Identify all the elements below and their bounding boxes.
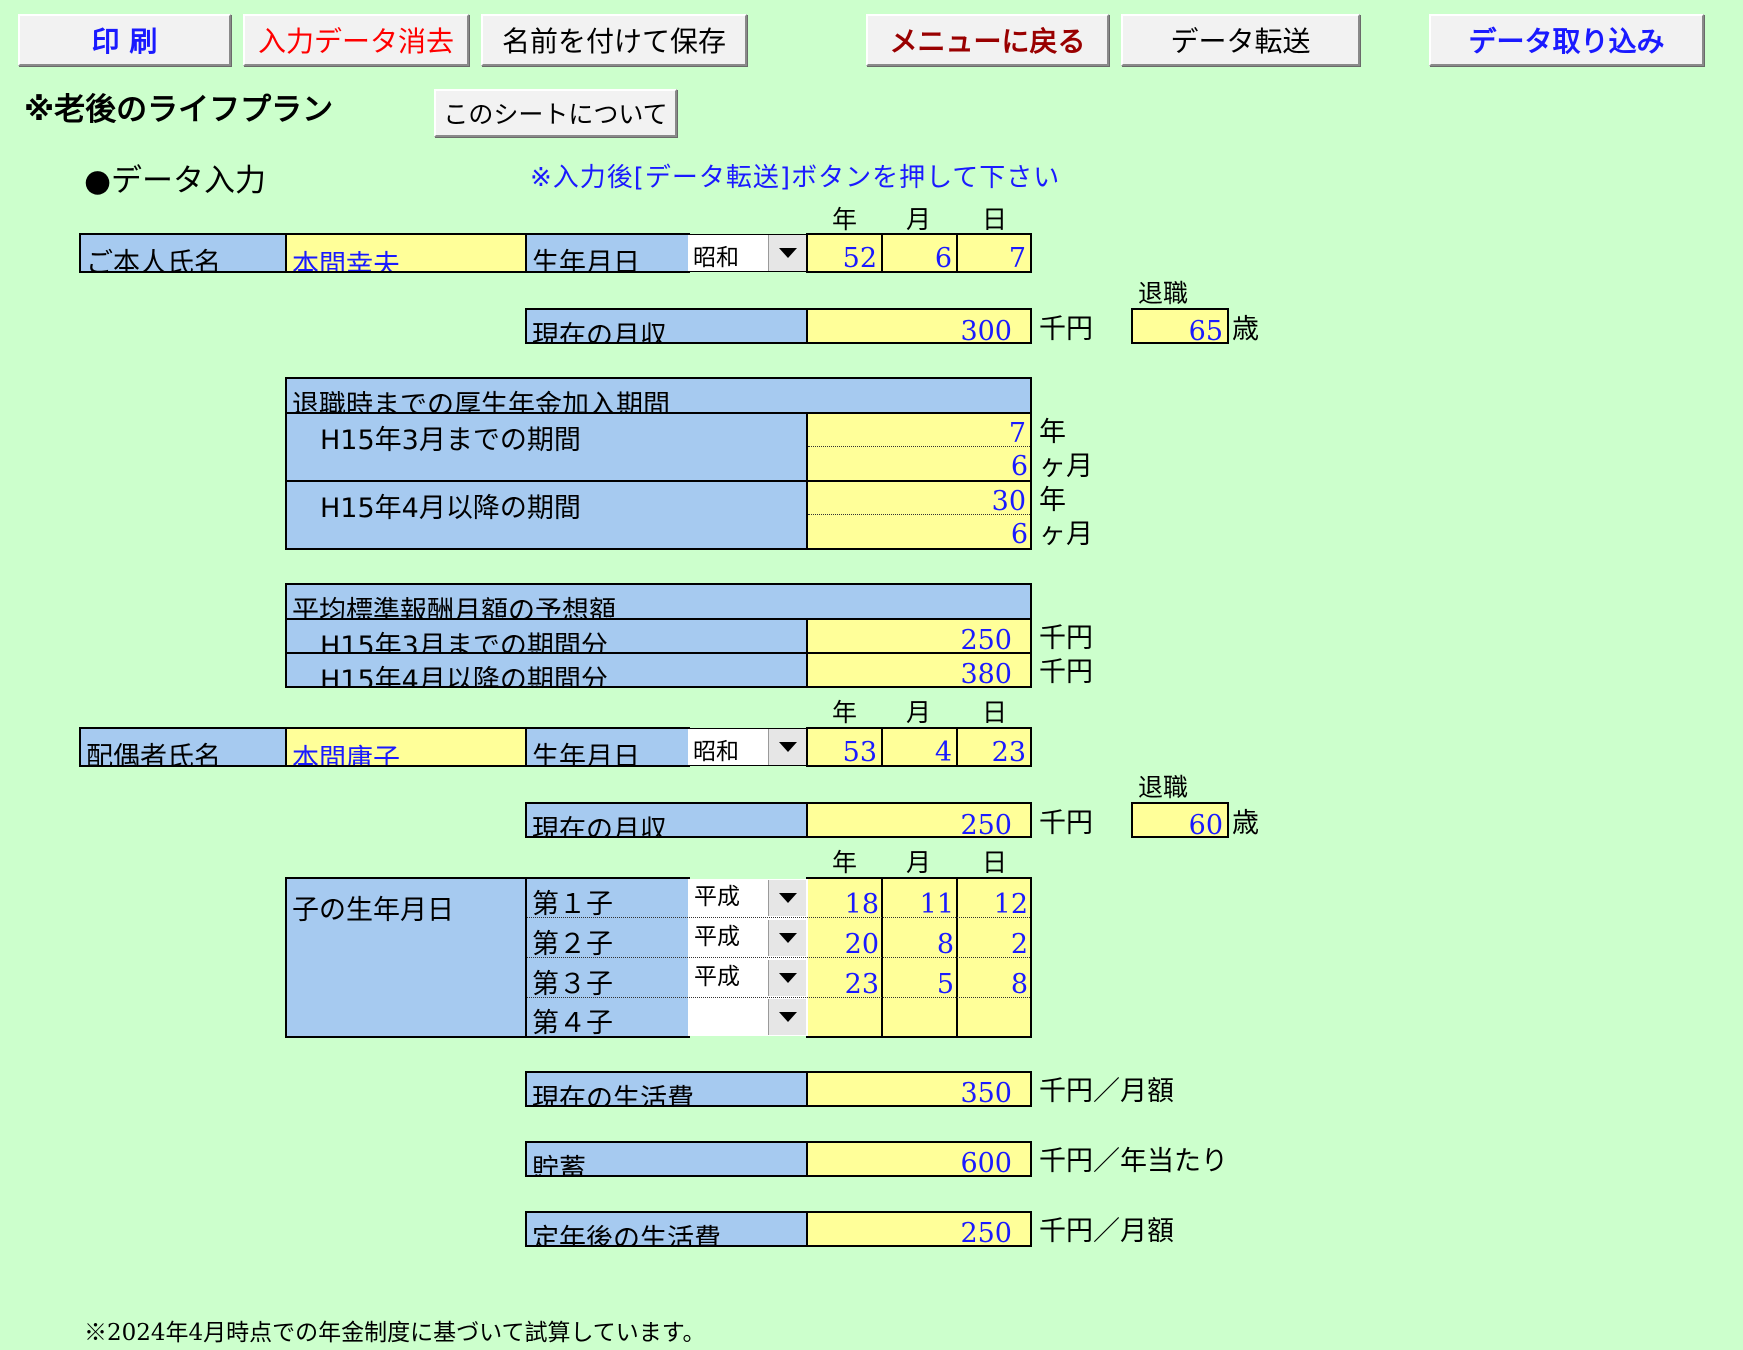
child-2-day-input[interactable]: 2 (956, 931, 1028, 958)
salary-before-label: H15年3月までの期間分 (285, 618, 808, 654)
child-2-era-dropdown-icon[interactable] (768, 920, 806, 956)
salary-header: 平均標準報酬月額の予想額 (285, 583, 1032, 620)
salary-after-label: H15年4月以降の期間分 (285, 652, 808, 688)
pension-after-months-input[interactable]: 6 (806, 521, 1028, 548)
child-2-label: 第２子 (532, 929, 613, 960)
year-header: 年 (832, 205, 858, 234)
child-3-day-input[interactable]: 8 (956, 971, 1028, 998)
spouse-year-header: 年 (832, 698, 858, 727)
clear-input-button[interactable]: 入力データ消去 (243, 14, 469, 66)
child-2-era[interactable]: 平成 (694, 926, 740, 949)
salary-after-unit: 千円 (1039, 657, 1093, 688)
data-import-button[interactable]: データ取り込み (1429, 14, 1704, 66)
retired-living-cost-unit: 千円／月額 (1039, 1216, 1174, 1247)
self-name-label: ご本人氏名 (79, 233, 287, 273)
month-header: 月 (906, 205, 932, 234)
children-month-header: 月 (906, 848, 932, 877)
salary-before-unit: 千円 (1039, 623, 1093, 654)
spouse-birth-day-input[interactable]: 23 (956, 727, 1032, 767)
child-1-day-input[interactable]: 12 (956, 891, 1028, 918)
save-as-button[interactable]: 名前を付けて保存 (481, 14, 747, 66)
children-year-header: 年 (832, 848, 858, 877)
child-1-year-input[interactable]: 18 (806, 891, 879, 918)
self-name-input[interactable]: 本間幸夫 (285, 233, 527, 273)
spouse-birth-year-input[interactable]: 53 (806, 727, 883, 767)
instruction-note: ※入力後[データ転送]ボタンを押して下さい (530, 163, 1061, 193)
spouse-retire-age-unit: 歳 (1232, 808, 1259, 839)
page-title: ※老後のライフプラン (24, 92, 334, 128)
pension-before-divider (808, 446, 1030, 447)
pension-after-months-unit: ヶ月 (1039, 519, 1093, 550)
salary-before-input[interactable]: 250 (806, 618, 1032, 654)
spouse-era-dropdown-icon[interactable] (768, 729, 806, 765)
spouse-income-unit: 千円 (1039, 808, 1093, 839)
salary-after-input[interactable]: 380 (806, 652, 1032, 688)
self-birth-day-input[interactable]: 7 (956, 233, 1032, 273)
pension-before-years-unit: 年 (1039, 417, 1066, 448)
self-era-dropdown-icon[interactable] (768, 235, 806, 271)
child-3-era[interactable]: 平成 (694, 966, 740, 989)
child-3-era-dropdown-icon[interactable] (768, 960, 806, 996)
self-income-label: 現在の月収 (525, 308, 808, 344)
savings-label: 貯蓄 (525, 1141, 808, 1177)
self-retire-header: 退職 (1138, 279, 1189, 308)
pension-before-months-input[interactable]: 6 (806, 453, 1028, 480)
spouse-era-value: 昭和 (693, 739, 739, 765)
spouse-name-input[interactable]: 本間庸子 (285, 727, 527, 767)
children-day-header: 日 (982, 848, 1008, 877)
spouse-retire-age-input[interactable]: 60 (1131, 802, 1229, 838)
pension-period-header: 退職時までの厚生年金加入期間 (285, 377, 1032, 414)
child-2-year-input[interactable]: 20 (806, 931, 879, 958)
self-income-input[interactable]: 300 (806, 308, 1032, 344)
child-1-month-input[interactable]: 11 (881, 891, 954, 918)
pension-before-label: H15年3月までの期間 (285, 412, 808, 482)
about-sheet-button[interactable]: このシートについて (434, 89, 677, 137)
child-2-month-input[interactable]: 8 (881, 931, 954, 958)
self-retire-age-input[interactable]: 65 (1131, 308, 1229, 344)
section-heading: ●データ入力 (84, 163, 267, 199)
children-dob-label: 子の生年月日 (285, 877, 527, 1038)
spouse-birth-month-input[interactable]: 4 (881, 727, 958, 767)
spouse-retire-header: 退職 (1138, 773, 1189, 802)
pension-before-months-unit: ヶ月 (1039, 451, 1093, 482)
living-cost-unit: 千円／月額 (1039, 1076, 1174, 1107)
pension-after-divider (808, 514, 1030, 515)
child-3-year-input[interactable]: 23 (806, 971, 879, 998)
self-era-value: 昭和 (693, 245, 739, 271)
child-4-era-dropdown-icon[interactable] (768, 999, 806, 1035)
self-birth-year-input[interactable]: 52 (806, 233, 883, 273)
child-1-era[interactable]: 平成 (694, 886, 740, 909)
child-1-era-dropdown-icon[interactable] (768, 880, 806, 916)
savings-input[interactable]: 600 (806, 1141, 1032, 1177)
self-retire-age-unit: 歳 (1232, 314, 1259, 345)
self-income-unit: 千円 (1039, 314, 1093, 345)
footer-note: ※2024年4月時点での年金制度に基づいて試算しています。 (84, 1320, 706, 1346)
child-3-month-input[interactable]: 5 (881, 971, 954, 998)
savings-unit: 千円／年当たり (1039, 1146, 1228, 1177)
child-3-label: 第３子 (532, 969, 613, 1000)
pension-after-years-unit: 年 (1039, 485, 1066, 516)
self-dob-label: 生年月日 (525, 233, 690, 273)
day-header: 日 (982, 205, 1008, 234)
spouse-income-input[interactable]: 250 (806, 802, 1032, 838)
spouse-income-label: 現在の月収 (525, 802, 808, 838)
spouse-month-header: 月 (906, 698, 932, 727)
living-cost-label: 現在の生活費 (525, 1071, 808, 1107)
print-button[interactable]: 印 刷 (18, 14, 231, 66)
retired-living-cost-label: 定年後の生活費 (525, 1211, 808, 1247)
back-to-menu-button[interactable]: メニューに戻る (866, 14, 1109, 66)
retired-living-cost-input[interactable]: 250 (806, 1211, 1032, 1247)
self-birth-month-input[interactable]: 6 (881, 233, 958, 273)
child-4-label: 第４子 (532, 1008, 613, 1039)
spouse-name-label: 配偶者氏名 (79, 727, 287, 767)
spouse-dob-label: 生年月日 (525, 727, 690, 767)
pension-after-label: H15年4月以降の期間 (285, 480, 808, 550)
spouse-day-header: 日 (982, 698, 1008, 727)
living-cost-input[interactable]: 350 (806, 1071, 1032, 1107)
child-1-label: 第１子 (532, 889, 613, 920)
data-transfer-button[interactable]: データ転送 (1121, 14, 1360, 66)
